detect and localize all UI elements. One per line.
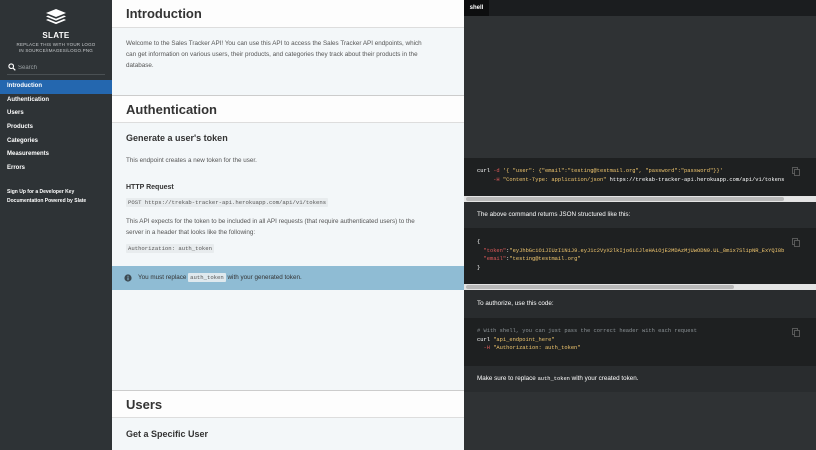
json-value: "testing@testmail.org" [509,256,581,262]
replace-note: Make sure to replace auth_token with you… [464,366,816,392]
logo[interactable]: SLATE REPLACE THIS WITH YOUR LOGO IN SOU… [0,0,112,54]
code-token: curl [477,168,494,174]
toc-item-authentication[interactable]: Authentication [0,94,112,108]
powered-by-slate-link[interactable]: Documentation Powered by Slate [7,197,107,206]
replace-note-text-end: with your created token. [569,375,639,382]
text-line: can get information on various users, th… [126,51,418,58]
code-token: } [477,264,481,271]
developer-key-link[interactable]: Sign Up for a Developer Key [7,188,107,197]
toc-item-introduction[interactable]: Introduction [0,80,112,94]
toc-item-products[interactable]: Products [0,121,112,135]
json-value: "eyJhbGciOiJIUzI1NiJ9.eyJ1c2VyX2lkIjo6LC… [509,247,785,254]
authorize-note: To authorize, use this code: [464,290,816,318]
http-request-heading: HTTP Request [126,184,174,191]
curl-auth-code-block: # With shell, you can just pass the corr… [464,318,816,366]
sidebar: SLATE REPLACE THIS WITH YOUR LOGO IN SOU… [0,0,112,450]
text-line: database. [126,62,154,69]
scrollbar-thumb[interactable] [466,197,784,201]
notice-box: You must replace auth_token with your ge… [112,266,464,290]
users-heading: Users [112,390,464,418]
code-string: "api_endpoint_here" [493,336,555,343]
code-flag: -H [477,176,503,183]
code-token: { [477,239,481,245]
http-request-code-line: POST https://trekab-tracker-api.herokuap… [126,198,329,207]
code-string: "Content-Type: application/json" [502,176,607,183]
copy-icon[interactable] [792,328,800,337]
toc-item-users[interactable]: Users [0,107,112,121]
text-line: This API expects for the token to be inc… [126,218,415,225]
language-tabs: shell [464,0,816,16]
text-line: server in a header that looks like the f… [126,229,256,236]
info-icon [124,274,132,282]
json-key: "email" [483,256,507,262]
code-string: "Authorization: auth_token" [493,345,581,351]
token-header-text: This API expects for the token to be inc… [126,216,452,238]
code-token: curl [477,336,494,343]
toc-footer: Sign Up for a Developer Key Documentatio… [7,188,107,205]
authentication-heading: Authentication [112,95,464,123]
search-icon [8,63,16,71]
tab-shell[interactable]: shell [464,0,489,16]
notice-code: auth_token [188,273,226,282]
text-line: Welcome to the Sales Tracker API! You ca… [126,40,422,47]
json-key: "token" [483,247,507,254]
curl-token-code-block: curl -d '{ "user": {"email":"testing@tes… [464,158,816,196]
http-request-code: POST https://trekab-tracker-api.herokuap… [126,198,329,207]
authorization-header-code: Authorization: auth_token [126,244,214,253]
code-string: '{ "user": {"email":"testing@testmail.or… [502,168,723,174]
generate-token-text: This endpoint creates a new token for th… [126,157,257,164]
replace-note-code: auth_token [537,376,570,382]
toc-item-categories[interactable]: Categories [0,135,112,149]
content-pane: Introduction Welcome to the Sales Tracke… [112,0,464,450]
copy-icon[interactable] [792,238,800,247]
generate-token-heading: Generate a user's token [126,133,228,143]
copy-icon[interactable] [792,167,800,176]
code-flag: -H [477,345,494,351]
logo-subtitle: REPLACE THIS WITH YOUR LOGO IN SOURCE/IM… [0,42,112,54]
search-box [7,61,105,75]
introduction-text: Welcome to the Sales Tracker API! You ca… [126,38,452,71]
code-comment: # With shell, you can just pass the corr… [477,328,697,334]
layers-logo-icon [46,9,66,25]
notice-text-end: with your generated token. [225,274,302,281]
json-note: The above command returns JSON structure… [464,202,816,228]
search-input[interactable] [18,62,104,73]
notice-text: You must replace [138,274,189,281]
code-pane: shell curl -d '{ "user": {"email":"testi… [464,0,816,450]
table-of-contents: Introduction Authentication Users Produc… [0,80,112,176]
scrollbar-thumb[interactable] [466,285,734,289]
toc-item-measurements[interactable]: Measurements [0,148,112,162]
introduction-heading: Introduction [112,0,464,28]
code-flag: -d [493,168,503,174]
json-response-code-block: { "token":"eyJhbGciOiJIUzI1NiJ9.eyJ1c2Vy… [464,228,816,284]
logo-subtitle-line: IN SOURCE/IMAGES/LOGO.PNG [18,48,93,53]
authorization-header-code-line: Authorization: auth_token [126,244,214,253]
toc-item-errors[interactable]: Errors [0,162,112,176]
get-user-heading: Get a Specific User [126,429,209,439]
code-token: https://trekab-tracker-api.herokuapp.com… [606,176,785,183]
logo-title: SLATE [42,31,70,40]
replace-note-text: Make sure to replace [477,375,538,382]
